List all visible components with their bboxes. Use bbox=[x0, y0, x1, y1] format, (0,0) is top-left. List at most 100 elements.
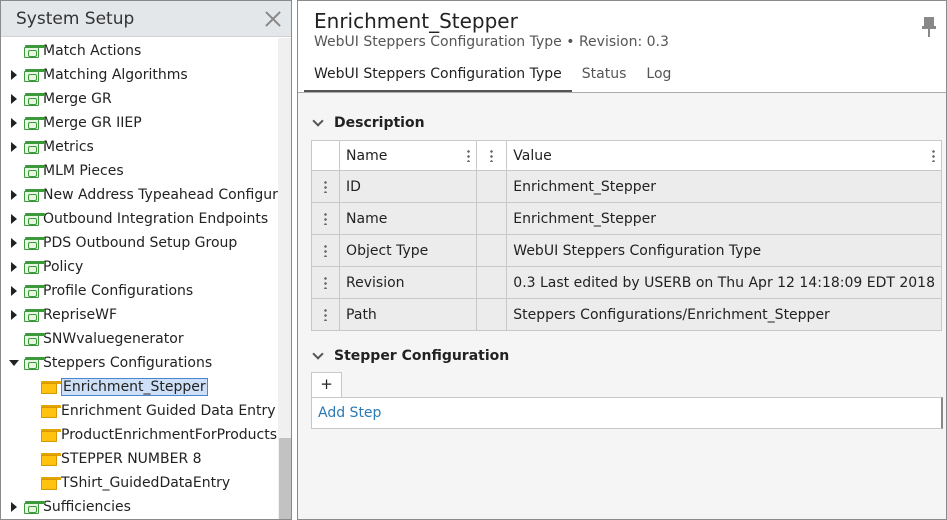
green-folder-icon bbox=[24, 44, 45, 58]
caret-right-icon[interactable] bbox=[7, 286, 21, 296]
tree-item[interactable]: Policy bbox=[7, 255, 83, 279]
tree-item[interactable]: Match Actions bbox=[7, 39, 141, 63]
tree-item-label: Outbound Integration Endpoints bbox=[43, 211, 269, 227]
add-step-link[interactable]: Add Step bbox=[311, 397, 943, 429]
spacer-cell bbox=[475, 298, 508, 331]
close-icon[interactable] bbox=[263, 9, 283, 29]
table-row[interactable]: Revision 0.3 Last edited by USERB on Thu … bbox=[310, 266, 942, 299]
subtitle-separator: • bbox=[566, 34, 575, 50]
tab-webui-steppers-configuration-type[interactable]: WebUI Steppers Configuration Type bbox=[304, 63, 572, 93]
row-handle[interactable] bbox=[310, 234, 341, 267]
description-section-toggle[interactable]: Description bbox=[312, 115, 425, 131]
detail-tabs: WebUI Steppers Configuration Type Status… bbox=[304, 63, 681, 93]
tree-item[interactable]: New Address Typeahead Configuration bbox=[7, 183, 292, 207]
tree-item-label: Policy bbox=[43, 259, 84, 275]
tree-item[interactable]: Sufficiencies bbox=[7, 495, 131, 519]
tree-item-label: MLM Pieces bbox=[43, 163, 124, 179]
column-menu-icon[interactable] bbox=[932, 149, 935, 162]
tree-item-label: Profile Configurations bbox=[43, 283, 194, 299]
yellow-folder-icon bbox=[41, 452, 61, 466]
tree-item[interactable]: Matching Algorithms bbox=[7, 63, 188, 87]
green-folder-icon bbox=[24, 236, 45, 250]
tree-scrollbar[interactable] bbox=[278, 38, 291, 519]
tree-item[interactable]: Enrichment Guided Data Entry bbox=[41, 399, 276, 423]
system-setup-title: System Setup bbox=[16, 8, 135, 29]
caret-right-icon[interactable] bbox=[7, 214, 21, 224]
caret-right-icon[interactable] bbox=[7, 142, 21, 152]
table-row[interactable]: Path Steppers Configurations/Enrichment_S… bbox=[310, 298, 942, 331]
tree-item-label: Steppers Configurations bbox=[43, 355, 213, 371]
stepper-section-toggle[interactable]: Stepper Configuration bbox=[312, 348, 509, 364]
tree-item-label: Sufficiencies bbox=[43, 499, 131, 515]
property-name-cell: Object Type bbox=[339, 234, 477, 267]
yellow-folder-icon bbox=[41, 380, 61, 394]
table-row[interactable]: ID Enrichment_Stepper bbox=[310, 170, 942, 203]
tree-item[interactable]: Outbound Integration Endpoints bbox=[7, 207, 268, 231]
green-folder-icon bbox=[24, 116, 45, 130]
tree-item[interactable]: ProductEnrichmentForProducts bbox=[41, 423, 277, 447]
green-folder-icon bbox=[24, 212, 45, 226]
caret-right-icon[interactable] bbox=[7, 262, 21, 272]
green-folder-icon bbox=[24, 188, 45, 202]
caret-right-icon[interactable] bbox=[7, 238, 21, 248]
tree-item[interactable]: Enrichment_Stepper bbox=[41, 375, 208, 399]
green-folder-icon bbox=[24, 356, 45, 370]
tree-item[interactable]: STEPPER NUMBER 8 bbox=[41, 447, 202, 471]
object-subtitle: WebUI Steppers Configuration Type • Revi… bbox=[314, 34, 669, 50]
tree-item-label: ProductEnrichmentForProducts bbox=[61, 427, 278, 443]
column-menu-icon[interactable] bbox=[489, 149, 493, 162]
tree-item[interactable]: Merge GR IIEP bbox=[7, 111, 142, 135]
row-menu-icon[interactable] bbox=[324, 244, 328, 257]
tree-item-label: Merge GR bbox=[43, 91, 112, 107]
property-value-cell: Enrichment_Stepper bbox=[506, 202, 942, 235]
tree-item[interactable]: RepriseWF bbox=[7, 303, 117, 327]
row-menu-icon[interactable] bbox=[324, 180, 328, 193]
row-handle[interactable] bbox=[310, 202, 341, 235]
row-handle[interactable] bbox=[310, 266, 341, 299]
yellow-folder-icon bbox=[41, 476, 61, 490]
column-menu-cell[interactable] bbox=[475, 140, 508, 171]
tree-item[interactable]: Profile Configurations bbox=[7, 279, 193, 303]
object-title: Enrichment_Stepper bbox=[314, 9, 518, 33]
tree-item[interactable]: Steppers Configurations bbox=[7, 351, 212, 375]
tree-item[interactable]: TShirt_GuidedDataEntry bbox=[41, 471, 230, 495]
green-folder-icon bbox=[24, 284, 45, 298]
tree-item-label: New Address Typeahead Configuration bbox=[43, 187, 292, 203]
caret-right-icon[interactable] bbox=[7, 94, 21, 104]
caret-right-icon[interactable] bbox=[7, 70, 21, 80]
caret-right-icon[interactable] bbox=[7, 502, 21, 512]
caret-right-icon[interactable] bbox=[7, 310, 21, 320]
tree-item-label: Match Actions bbox=[43, 43, 142, 59]
value-column-header[interactable]: Value bbox=[506, 140, 942, 171]
tree-item[interactable]: MLM Pieces bbox=[7, 159, 124, 183]
row-menu-icon[interactable] bbox=[324, 276, 328, 289]
column-menu-icon[interactable] bbox=[466, 149, 470, 162]
caret-right-icon[interactable] bbox=[7, 118, 21, 128]
table-row[interactable]: Object Type WebUI Steppers Configuration … bbox=[310, 234, 942, 267]
tree-item[interactable]: SNWvaluegenerator bbox=[7, 327, 184, 351]
tree-item-label: Enrichment Guided Data Entry bbox=[61, 403, 276, 419]
tree-item-label: STEPPER NUMBER 8 bbox=[61, 451, 202, 467]
tree-item[interactable]: Metrics bbox=[7, 135, 94, 159]
tab-log[interactable]: Log bbox=[636, 63, 681, 93]
spacer-cell bbox=[475, 234, 508, 267]
tree-item-label: RepriseWF bbox=[43, 307, 118, 323]
property-value-cell: WebUI Steppers Configuration Type bbox=[506, 234, 942, 267]
row-menu-icon[interactable] bbox=[324, 212, 328, 225]
row-handle[interactable] bbox=[310, 298, 341, 331]
green-folder-icon bbox=[24, 260, 45, 274]
tree-item[interactable]: PDS Outbound Setup Group bbox=[7, 231, 237, 255]
scrollbar-thumb[interactable] bbox=[279, 438, 291, 519]
name-column-header[interactable]: Name bbox=[339, 140, 477, 171]
property-value-cell: Steppers Configurations/Enrichment_Stepp… bbox=[506, 298, 942, 331]
row-menu-icon[interactable] bbox=[324, 308, 328, 321]
row-handle[interactable] bbox=[310, 170, 341, 203]
add-button[interactable]: + bbox=[311, 372, 342, 397]
property-value-cell: 0.3 Last edited by USERB on Thu Apr 12 1… bbox=[506, 266, 942, 299]
pin-icon[interactable] bbox=[922, 17, 936, 37]
caret-down-icon[interactable] bbox=[7, 360, 21, 366]
tab-status[interactable]: Status bbox=[572, 63, 637, 93]
caret-right-icon[interactable] bbox=[7, 190, 21, 200]
tree-item[interactable]: Merge GR bbox=[7, 87, 112, 111]
table-row[interactable]: Name Enrichment_Stepper bbox=[310, 202, 942, 235]
